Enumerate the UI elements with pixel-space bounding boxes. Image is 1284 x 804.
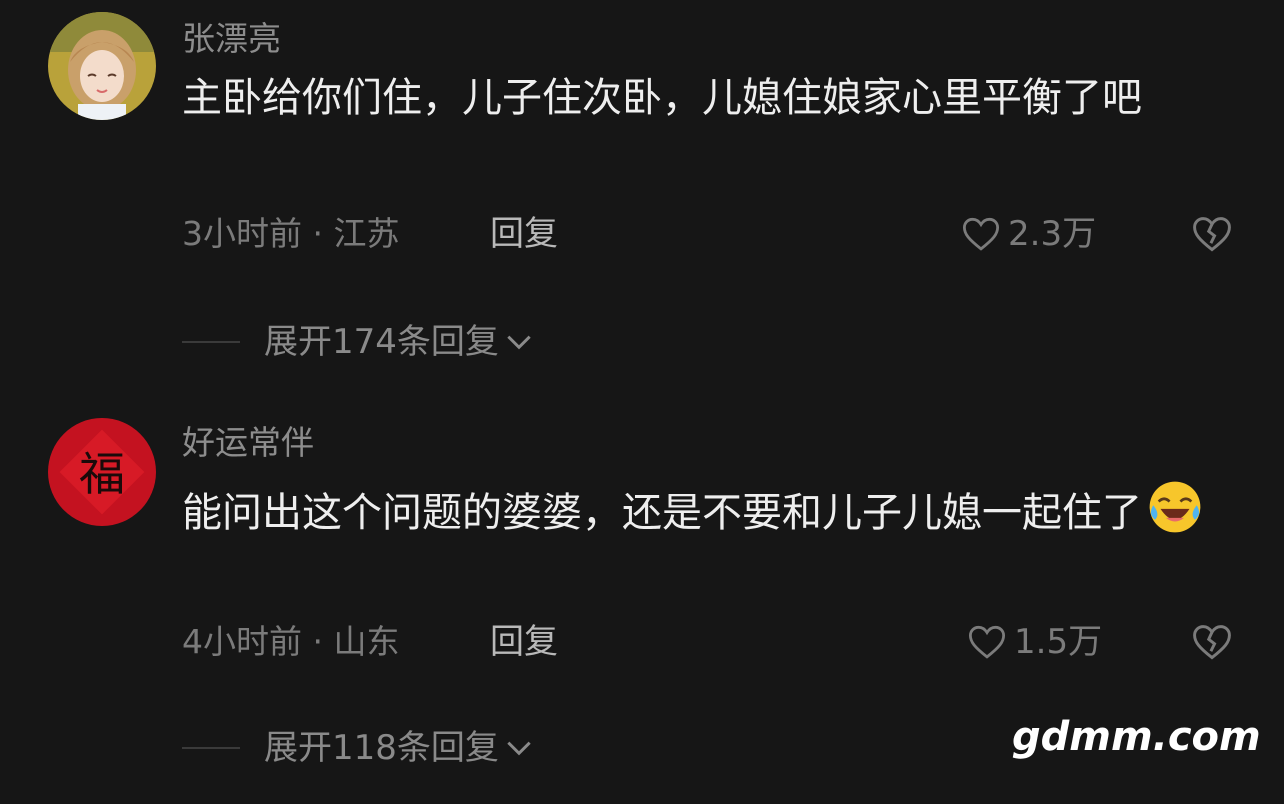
comment-meta: 4小时前 · 山东 — [182, 622, 400, 661]
expand-replies-button[interactable]: 展开118条回复 — [182, 726, 535, 770]
like-count: 1.5万 — [1014, 622, 1103, 662]
broken-heart-icon — [1193, 625, 1231, 660]
reply-button[interactable]: 回复 — [490, 212, 558, 256]
comment-list: 张漂亮 主卧给你们住，儿子住次卧，儿媳住娘家心里平衡了吧 3小时前 · 江苏 回… — [0, 0, 1284, 804]
user-avatar[interactable] — [48, 12, 156, 120]
expand-replies-label: 展开118条回复 — [264, 728, 499, 768]
laughing-crying-emoji-icon — [1149, 481, 1201, 533]
dislike-button[interactable] — [1190, 620, 1234, 664]
comment-text-content: 能问出这个问题的婆婆，还是不要和儿子儿媳一起住了 — [182, 490, 1142, 536]
chevron-down-icon — [507, 741, 531, 756]
username[interactable]: 好运常伴 — [182, 422, 314, 464]
chevron-down-icon — [507, 335, 531, 350]
like-button[interactable]: 1.5万 — [966, 620, 1102, 664]
heart-icon — [968, 625, 1006, 659]
divider-line — [182, 341, 240, 343]
like-count: 2.3万 — [1008, 214, 1097, 254]
reply-button[interactable]: 回复 — [490, 620, 558, 664]
expand-replies-button[interactable]: 展开174条回复 — [182, 320, 535, 364]
heart-icon — [962, 217, 1000, 251]
girl-portrait-avatar-icon — [48, 12, 156, 120]
avatar-char: 福 — [79, 447, 125, 501]
comment-text: 能问出这个问题的婆婆，还是不要和儿子儿媳一起住了 — [182, 478, 1242, 541]
broken-heart-icon — [1193, 217, 1231, 252]
fu-character-avatar-icon: 福 — [48, 418, 156, 526]
dislike-button[interactable] — [1190, 212, 1234, 256]
expand-replies-label: 展开174条回复 — [264, 322, 499, 362]
username[interactable]: 张漂亮 — [182, 18, 281, 60]
watermark: gdmm.com — [1012, 714, 1261, 760]
comment-meta: 3小时前 · 江苏 — [182, 214, 400, 253]
comment-text: 主卧给你们住，儿子住次卧，儿媳住娘家心里平衡了吧 — [182, 75, 1142, 121]
like-button[interactable]: 2.3万 — [960, 212, 1096, 256]
divider-line — [182, 747, 240, 749]
user-avatar[interactable]: 福 — [48, 418, 156, 526]
